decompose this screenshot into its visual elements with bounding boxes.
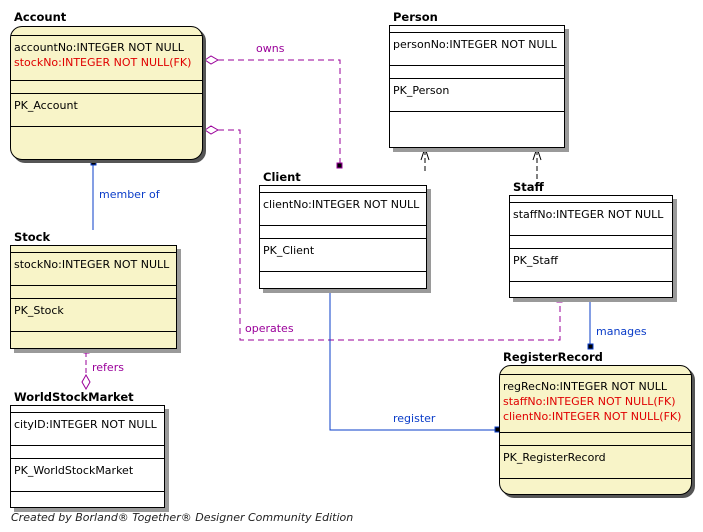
entity-title-staff: Staff [513,180,544,194]
footer-credit: Created by Borland® Together® Designer C… [11,511,354,524]
header-strip [11,246,176,253]
entity-staff[interactable]: staffNo:INTEGER NOT NULL PK_Staff [509,195,673,298]
connection-end-icon [90,159,97,166]
header-strip [390,26,564,33]
relationship-member-of[interactable] [90,159,97,230]
empty-section [11,332,176,340]
header-strip [11,406,164,413]
key: PK_WorldStockMarket [14,464,134,477]
keys-section: PK_Staff [510,249,672,282]
relationship-owns[interactable] [204,55,343,169]
key: PK_Account [14,99,78,112]
key: PK_RegisterRecord [503,451,606,464]
aggregation-diamond-icon [204,55,220,65]
label-operates: operates [245,322,294,335]
header-strip [11,27,202,36]
entity-title-client: Client [263,170,301,184]
empty-section [260,272,426,280]
columns-section: clientNo:INTEGER NOT NULL [260,193,426,226]
relationship-client-person[interactable] [420,146,430,173]
header-strip [500,366,691,375]
columns-section: staffNo:INTEGER NOT NULL [510,203,672,236]
empty-section [11,492,164,500]
key: PK_Stock [14,304,64,317]
label-register: register [393,412,436,425]
empty-section [11,446,164,459]
entity-worldstockmarket[interactable]: cityID:INTEGER NOT NULL PK_WorldStockMar… [10,405,165,508]
column: regRecNo:INTEGER NOT NULL [503,380,668,393]
entity-client[interactable]: clientNo:INTEGER NOT NULL PK_Client [259,185,427,289]
empty-section [500,433,691,446]
keys-section: PK_Account [11,94,202,127]
keys-section: PK_Client [260,239,426,272]
column-fk: stockNo:INTEGER NOT NULL(FK) [14,56,192,69]
empty-section [11,286,176,299]
key: PK_Staff [513,254,558,267]
column: stockNo:INTEGER NOT NULL [14,258,170,271]
entity-registerrecord[interactable]: regRecNo:INTEGER NOT NULL staffNo:INTEGE… [499,365,692,495]
keys-section: PK_Stock [11,299,176,332]
keys-section: PK_WorldStockMarket [11,459,164,492]
label-refers: refers [92,361,124,374]
column: clientNo:INTEGER NOT NULL [263,198,420,211]
connection-end-icon [336,162,343,169]
label-manages: manages [596,325,647,338]
keys-section: PK_Person [390,79,564,112]
label-member-of: member of [99,188,160,201]
column-fk: clientNo:INTEGER NOT NULL(FK) [503,410,682,423]
entity-title-person: Person [393,10,438,24]
column: staffNo:INTEGER NOT NULL [513,208,664,221]
relationship-staff-person[interactable] [532,146,542,183]
relationship-refers[interactable] [81,347,91,391]
aggregation-diamond-icon [204,125,220,135]
empty-section [500,479,691,487]
header-strip [260,186,426,193]
columns-section: stockNo:INTEGER NOT NULL [11,253,176,286]
label-owns: owns [256,42,285,55]
empty-section [260,226,426,239]
entity-person[interactable]: personNo:INTEGER NOT NULL PK_Person [389,25,565,148]
empty-section [510,236,672,249]
relationship-manages[interactable] [587,297,594,350]
empty-section [390,112,564,120]
entity-account[interactable]: accountNo:INTEGER NOT NULL stockNo:INTEG… [10,26,203,160]
aggregation-diamond-icon [81,373,91,391]
empty-section [11,127,202,135]
entity-title-worldstockmarket: WorldStockMarket [14,390,134,404]
entity-stock[interactable]: stockNo:INTEGER NOT NULL PK_Stock [10,245,177,349]
empty-section [390,66,564,79]
header-strip [510,196,672,203]
column: cityID:INTEGER NOT NULL [14,418,157,431]
connection-end-icon [587,343,594,350]
relationship-register[interactable] [329,290,501,433]
columns-section: regRecNo:INTEGER NOT NULL staffNo:INTEGE… [500,375,691,433]
columns-section: accountNo:INTEGER NOT NULL stockNo:INTEG… [11,36,202,81]
empty-section [510,282,672,290]
empty-section [11,81,202,94]
columns-section: personNo:INTEGER NOT NULL [390,33,564,66]
key: PK_Person [393,84,450,97]
keys-section: PK_RegisterRecord [500,446,691,479]
key: PK_Client [263,244,315,257]
entity-title-account: Account [14,10,67,24]
entity-title-registerrecord: RegisterRecord [503,350,603,364]
entity-title-stock: Stock [14,230,51,244]
columns-section: cityID:INTEGER NOT NULL [11,413,164,446]
column: personNo:INTEGER NOT NULL [393,38,557,51]
column-fk: staffNo:INTEGER NOT NULL(FK) [503,395,676,408]
column: accountNo:INTEGER NOT NULL [14,41,184,54]
